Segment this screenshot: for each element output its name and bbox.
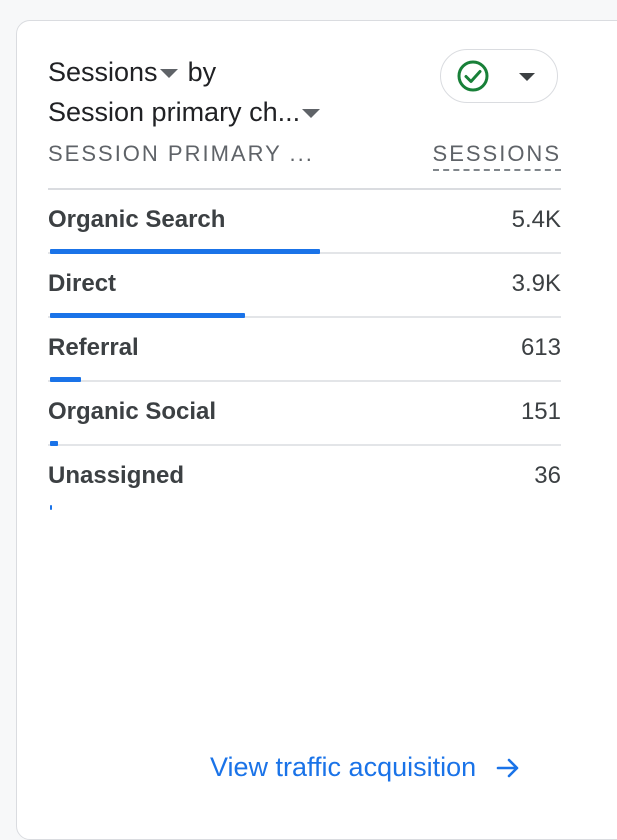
dimension-label: Session primary ch... [48, 97, 301, 127]
row-label: Organic Social [48, 398, 217, 425]
table-row[interactable]: Direct 3.9K [48, 254, 561, 318]
card-title: Sessions by Session primary ch... [48, 52, 408, 132]
metric-label: Sessions [48, 57, 158, 87]
dimension-column-header: SESSION PRIMARY ... [48, 141, 314, 166]
table-row[interactable]: Referral 613 [48, 318, 561, 382]
link-label: View traffic acquisition [210, 752, 477, 782]
channel-table: Organic Search 5.4K Direct 3.9K Referral… [48, 190, 561, 510]
row-value: 613 [520, 334, 561, 361]
caret-down-icon [519, 73, 535, 81]
row-label: Direct [48, 270, 117, 297]
row-value: 5.4K [511, 206, 561, 233]
share-bar [50, 505, 52, 510]
view-traffic-acquisition-link[interactable]: View traffic acquisition [210, 752, 522, 783]
row-label: Unassigned [48, 462, 185, 489]
row-value: 3.9K [511, 270, 561, 297]
caret-down-icon [302, 108, 321, 118]
row-label: Referral [48, 334, 139, 361]
sessions-column-header[interactable]: SESSIONS [432, 141, 561, 171]
row-value: 151 [520, 398, 561, 425]
column-headers: SESSION PRIMARY ... SESSIONS [48, 141, 561, 171]
row-label: Organic Search [48, 206, 226, 233]
metric-selector[interactable]: Sessions [48, 52, 182, 92]
table-row[interactable]: Organic Search 5.4K [48, 190, 561, 254]
caret-down-icon [159, 68, 178, 78]
by-label: by [187, 57, 217, 87]
table-row[interactable]: Organic Social 151 [48, 382, 561, 446]
dimension-selector[interactable]: Session primary ch... [48, 92, 324, 132]
table-row[interactable]: Unassigned 36 [48, 446, 561, 510]
check-circle-icon [457, 60, 489, 92]
row-value: 36 [534, 462, 561, 489]
status-dropdown-button[interactable] [440, 49, 558, 103]
arrow-right-icon [496, 758, 519, 777]
